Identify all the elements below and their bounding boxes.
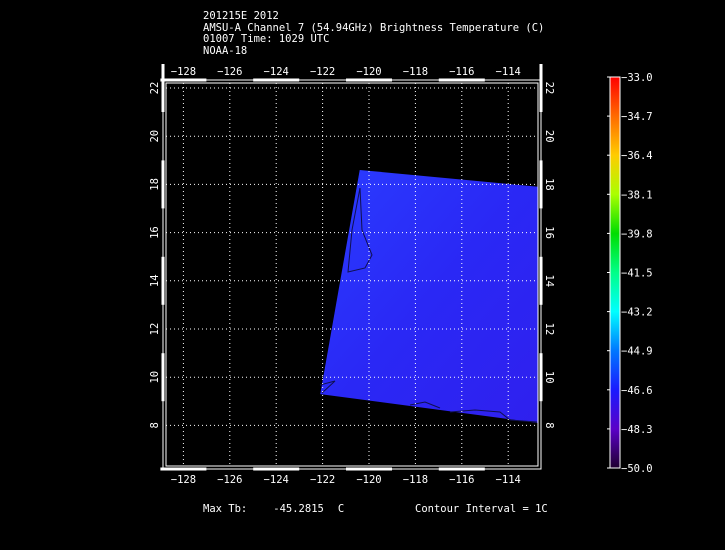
colorbar-tick-label: −36.4 <box>621 150 653 162</box>
map-plot: −128 −128 −126 −126 −124 −124 −122 −122 −120 −120… <box>149 64 653 486</box>
x-tick-label-bottom: −118 <box>403 474 428 486</box>
x-tick-label-top: −128 <box>171 66 196 78</box>
x-tick-label-bottom: −126 <box>217 474 242 486</box>
colorbar-tick-label: −41.5 <box>621 268 653 280</box>
y-tick-label-left: 12 <box>149 323 161 336</box>
max-tb-unit: C <box>337 503 345 515</box>
x-tick-label-bottom: −116 <box>449 474 474 486</box>
max-tb: Max Tb: -45.2815 C <box>203 503 344 515</box>
y-tick-label-right: 16 <box>543 226 555 239</box>
y-tick-label-right: 20 <box>543 130 555 143</box>
y-tick-label-left: 22 <box>149 82 161 95</box>
x-tick-label-top: −124 <box>264 66 289 78</box>
y-tick-label-left: 20 <box>149 130 161 143</box>
data-swath <box>320 169 539 423</box>
y-tick-label-right: 12 <box>543 323 555 336</box>
y-tick-label-left: 10 <box>149 371 161 384</box>
colorbar-tick-label: −48.3 <box>621 424 653 436</box>
y-tick-label-right: 22 <box>543 82 555 95</box>
y-tick-label-left: 18 <box>149 178 161 191</box>
x-tick-label-bottom: −124 <box>264 474 289 486</box>
x-tick-label-bottom: −122 <box>310 474 335 486</box>
colorbar-tick-label: −43.2 <box>621 307 653 319</box>
colorbar-tick-label: −39.8 <box>621 228 653 240</box>
x-tick-label-top: −116 <box>449 66 474 78</box>
colorbar-tick-label: −33.0 <box>621 72 653 84</box>
contour-interval: Contour Interval = 1C <box>415 503 548 515</box>
colorbar-tick-label: −46.6 <box>621 385 653 397</box>
x-tick-label-top: −126 <box>217 66 242 78</box>
x-tick-label-top: −118 <box>403 66 428 78</box>
x-tick-label-top: −114 <box>496 66 521 78</box>
y-tick-label-right: 8 <box>543 422 555 428</box>
colorbar-tick-label: −44.9 <box>621 346 653 358</box>
y-tick-label-left: 8 <box>149 422 161 428</box>
y-tick-label-right: 14 <box>543 274 555 287</box>
x-tick-label-top: −120 <box>356 66 381 78</box>
colorbar-tick-label: −34.7 <box>621 111 653 123</box>
colorbar <box>609 76 621 469</box>
colorbar-tick-label: −50.0 <box>621 463 653 475</box>
y-tick-label-right: 10 <box>543 371 555 384</box>
y-tick-label-left: 16 <box>149 226 161 239</box>
y-tick-label-left: 14 <box>149 274 161 287</box>
max-tb-value: -45.2815 <box>273 503 324 515</box>
y-tick-label-right: 18 <box>543 178 555 191</box>
x-tick-label-bottom: −120 <box>356 474 381 486</box>
x-tick-label-top: −122 <box>310 66 335 78</box>
colorbar-tick-label: −38.1 <box>621 189 653 201</box>
x-tick-label-bottom: −128 <box>171 474 196 486</box>
max-tb-label: Max Tb: <box>203 503 248 515</box>
x-tick-label-bottom: −114 <box>496 474 521 486</box>
